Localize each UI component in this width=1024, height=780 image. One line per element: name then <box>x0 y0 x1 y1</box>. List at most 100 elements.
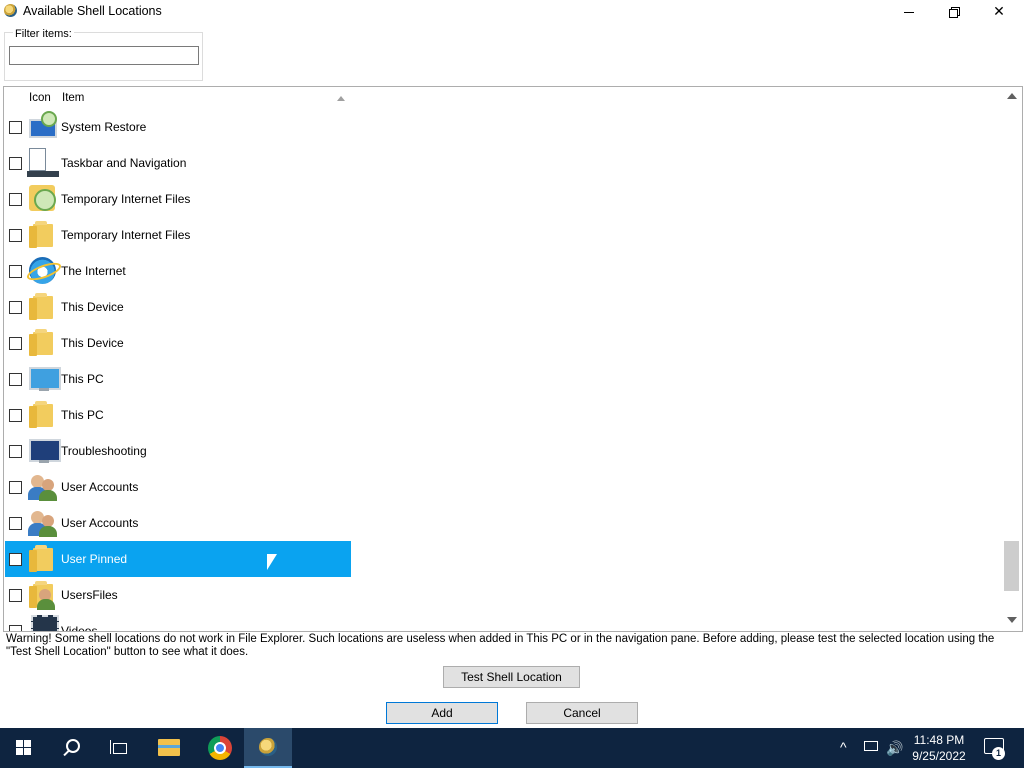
item-label: Troubleshooting <box>61 444 147 458</box>
title-bar: Available Shell Locations ✕ <box>0 0 1024 22</box>
volume-icon[interactable]: 🔊 <box>886 740 903 780</box>
vertical-scrollbar[interactable] <box>1003 87 1020 629</box>
task-view-button[interactable] <box>96 728 144 768</box>
clock[interactable]: 11:48 PM 9/25/2022 <box>906 732 972 764</box>
video-icon <box>27 615 59 631</box>
notification-count-badge: 1 <box>992 747 1005 760</box>
show-hidden-icons-chevron-icon[interactable]: ^ <box>840 739 847 779</box>
shell-locations-list[interactable]: Icon Item System Restore Taskbar and Nav… <box>3 86 1023 632</box>
item-label: User Accounts <box>61 480 139 494</box>
list-item[interactable]: Temporary Internet Files <box>5 217 351 253</box>
item-label: This PC <box>61 372 104 386</box>
add-button[interactable]: Add <box>386 702 498 724</box>
scrollbar-thumb[interactable] <box>1004 541 1019 591</box>
minimize-button[interactable] <box>886 0 932 22</box>
list-item[interactable]: User Accounts <box>5 505 351 541</box>
clock-time: 11:48 PM <box>913 733 965 747</box>
folder-icon <box>27 399 59 431</box>
list-item[interactable]: This Device <box>5 325 351 361</box>
item-checkbox[interactable] <box>9 373 22 386</box>
minimize-icon <box>904 11 914 13</box>
item-checkbox[interactable] <box>9 409 22 422</box>
file-explorer-button[interactable] <box>146 728 194 768</box>
item-checkbox[interactable] <box>9 157 22 170</box>
item-checkbox[interactable] <box>9 553 22 566</box>
user-folder-icon <box>27 579 59 611</box>
filter-label: Filter items: <box>13 28 74 40</box>
filter-input[interactable] <box>9 46 199 65</box>
warning-text: Warning! Some shell locations do not wor… <box>6 633 995 658</box>
item-checkbox[interactable] <box>9 337 22 350</box>
taskbar: ^ 🔊 11:48 PM 9/25/2022 1 <box>0 728 1024 768</box>
troubleshooting-icon <box>27 435 61 467</box>
folder-icon <box>27 327 59 359</box>
item-checkbox[interactable] <box>9 121 22 134</box>
task-view-icon <box>110 740 130 756</box>
item-label: User Accounts <box>61 516 139 530</box>
item-checkbox[interactable] <box>9 445 22 458</box>
item-label: UsersFiles <box>61 588 118 602</box>
list-item[interactable]: This Device <box>5 289 351 325</box>
scroll-down-icon[interactable] <box>1007 617 1017 623</box>
item-label: This Device <box>61 300 124 314</box>
window-title: Available Shell Locations <box>23 4 162 18</box>
item-label: This Device <box>61 336 124 350</box>
list-item[interactable]: The Internet <box>5 253 351 289</box>
scroll-up-icon[interactable] <box>1007 93 1017 99</box>
system-restore-icon <box>27 111 59 143</box>
list-item[interactable]: System Restore <box>5 109 351 145</box>
list-item[interactable]: This PC <box>5 397 351 433</box>
list-item[interactable]: UsersFiles <box>5 577 351 613</box>
taskbar-icon <box>27 147 59 179</box>
computer-icon <box>27 363 61 395</box>
chrome-button[interactable] <box>196 728 244 768</box>
list-item[interactable]: User Accounts <box>5 469 351 505</box>
list-item[interactable]: Videos <box>5 613 351 632</box>
shell-locations-app-icon <box>259 738 277 756</box>
clock-folder-icon <box>27 183 59 215</box>
item-label: Taskbar and Navigation <box>61 156 187 170</box>
list-item[interactable]: Troubleshooting <box>5 433 351 469</box>
folder-icon <box>27 219 59 251</box>
item-checkbox[interactable] <box>9 481 22 494</box>
item-checkbox[interactable] <box>9 193 22 206</box>
list-item[interactable]: Taskbar and Navigation <box>5 145 351 181</box>
item-label: Temporary Internet Files <box>61 228 191 242</box>
search-button[interactable] <box>48 728 96 768</box>
item-checkbox[interactable] <box>9 301 22 314</box>
network-icon[interactable] <box>862 741 878 753</box>
folder-icon <box>27 543 59 575</box>
list-item-selected[interactable]: User Pinned <box>5 541 351 577</box>
list-item[interactable]: Temporary Internet Files <box>5 181 351 217</box>
user-accounts-icon <box>27 507 59 539</box>
list-item[interactable]: This PC <box>5 361 351 397</box>
filter-group: Filter items: <box>4 28 203 81</box>
shell-locations-app-button[interactable] <box>244 728 292 768</box>
restore-icon <box>949 7 960 19</box>
user-accounts-icon <box>27 471 59 503</box>
item-checkbox[interactable] <box>9 625 22 631</box>
sort-ascending-icon <box>337 96 345 101</box>
test-shell-location-button[interactable]: Test Shell Location <box>443 666 580 688</box>
column-header-icon[interactable]: Icon <box>29 92 51 104</box>
app-icon <box>4 4 17 17</box>
item-label: Videos <box>61 624 98 632</box>
item-checkbox[interactable] <box>9 265 22 278</box>
close-button[interactable]: ✕ <box>976 0 1022 22</box>
item-checkbox[interactable] <box>9 589 22 602</box>
file-explorer-icon <box>158 739 180 756</box>
item-label: Temporary Internet Files <box>61 192 191 206</box>
cancel-button[interactable]: Cancel <box>526 702 638 724</box>
list-header: Icon Item <box>4 87 354 109</box>
start-button[interactable] <box>0 728 48 768</box>
column-header-item[interactable]: Item <box>62 92 84 104</box>
restore-button[interactable] <box>931 0 977 22</box>
item-checkbox[interactable] <box>9 517 22 530</box>
item-label: System Restore <box>61 120 147 134</box>
item-label: User Pinned <box>61 552 128 566</box>
item-checkbox[interactable] <box>9 229 22 242</box>
folder-icon <box>27 291 59 323</box>
chrome-icon <box>208 736 232 760</box>
clock-date: 9/25/2022 <box>912 749 966 763</box>
item-label: This PC <box>61 408 104 422</box>
